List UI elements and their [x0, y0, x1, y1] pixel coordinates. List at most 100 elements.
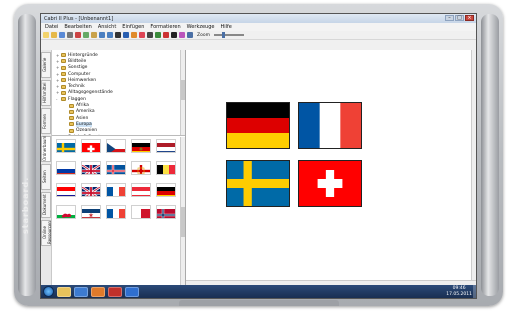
expander-icon[interactable]: +	[56, 59, 59, 64]
pen-tray	[179, 300, 339, 306]
minimize-button[interactable]: –	[445, 15, 454, 21]
side-tab-0[interactable]: Galerie	[41, 52, 51, 78]
expander-icon[interactable]: +	[56, 53, 59, 58]
tree-item-label: Amerika	[76, 109, 95, 115]
canvas-flag-france[interactable]	[298, 102, 362, 149]
flag-thumbnail-united-kingdom[interactable]	[81, 183, 101, 197]
flag-thumbnail-germany[interactable]	[156, 183, 176, 197]
expander-icon[interactable]: +	[56, 72, 59, 77]
side-tab-1[interactable]: Hilfsmittel	[41, 80, 51, 106]
expander-icon[interactable]: +	[56, 90, 59, 95]
marker-icon[interactable]	[131, 32, 137, 38]
canvas-flag-switzerland[interactable]	[298, 160, 362, 207]
toolbar: Zoom	[41, 31, 476, 40]
maximize-button[interactable]: □	[455, 15, 464, 21]
menu-item-3[interactable]: Einfügen	[122, 24, 144, 30]
expander-icon[interactable]: +	[56, 78, 59, 83]
side-tab-6[interactable]: Online Ressourcen	[41, 220, 52, 246]
media-icon[interactable]	[74, 286, 88, 297]
flag-thumbnail-sweden[interactable]	[56, 139, 76, 153]
tree-item-label: Alltagsgegenstände	[68, 90, 113, 96]
undo-icon[interactable]	[99, 32, 105, 38]
flag-thumbnail-malta[interactable]	[131, 205, 151, 219]
flag-thumbnail-switzerland[interactable]	[81, 139, 101, 153]
flag-thumbnail-yugoslavia[interactable]	[81, 205, 101, 219]
app-body: Galerie Hilfsmittel Formen Ordnerbaum Seiten…	[41, 50, 476, 285]
expander-icon[interactable]: -	[56, 97, 59, 102]
flag-thumbnail-austria[interactable]	[131, 183, 151, 197]
save-icon[interactable]	[59, 32, 65, 38]
rect-icon[interactable]	[155, 32, 161, 38]
flag-thumbnail-france-b[interactable]	[106, 205, 126, 219]
zoom-icon[interactable]	[187, 32, 193, 38]
open-icon[interactable]	[51, 32, 57, 38]
side-tab-4[interactable]: Seiten	[41, 164, 51, 190]
tree-item-label: Spiele & Sport	[68, 135, 100, 136]
start-button[interactable]	[43, 286, 54, 297]
flag-thumbnail-croatia[interactable]	[56, 183, 76, 197]
flag-thumbnail-wales[interactable]	[56, 205, 76, 219]
new-icon[interactable]	[43, 32, 49, 38]
folder-icon	[61, 135, 66, 136]
folder-icon	[61, 72, 66, 77]
flag-thumbnail-netherlands[interactable]	[156, 139, 176, 153]
folder-icon	[69, 103, 74, 108]
expander-icon[interactable]: +	[56, 84, 59, 89]
flag-thumbnail-cross-red[interactable]	[131, 161, 151, 175]
cut-icon[interactable]	[75, 32, 81, 38]
folder-tree: + Hintergründe + Bildteile + Sonstige + Compute…	[52, 50, 185, 136]
gallery-scrollbar[interactable]	[180, 137, 185, 285]
side-tab-3[interactable]: Ordnerbaum	[41, 136, 51, 162]
menu-item-5[interactable]: Werkzeuge	[187, 24, 215, 30]
folder-icon	[69, 122, 74, 127]
starboard-icon[interactable]	[125, 286, 139, 297]
pen-icon[interactable]	[123, 32, 129, 38]
menu-item-6[interactable]: Hilfe	[220, 24, 231, 30]
color-icon[interactable]	[179, 32, 185, 38]
expander-icon[interactable]: +	[56, 65, 59, 70]
redo-icon[interactable]	[107, 32, 113, 38]
flag-gallery	[52, 136, 185, 224]
flag-thumbnail-uk[interactable]	[81, 161, 101, 175]
canvas-flag-sweden[interactable]	[226, 160, 290, 207]
menu-item-0[interactable]: Datei	[45, 24, 58, 30]
tree-scrollbar[interactable]	[180, 50, 185, 135]
close-button[interactable]: ×	[465, 15, 474, 21]
folder-icon	[61, 97, 66, 102]
flag-thumbnail-germany-east[interactable]	[131, 139, 151, 153]
print-icon[interactable]	[67, 32, 73, 38]
tree-item[interactable]: + Spiele & Sport	[56, 134, 181, 136]
menu-item-4[interactable]: Formatieren	[150, 24, 180, 30]
windows-taskbar: 09:46 17.05.2011	[41, 285, 476, 298]
line-icon[interactable]	[147, 32, 153, 38]
flag-thumbnail-belgium-black[interactable]	[156, 161, 176, 175]
clock-date: 17.05.2011	[446, 291, 472, 297]
flag-thumbnail-france[interactable]	[106, 183, 126, 197]
office-icon[interactable]	[91, 286, 105, 297]
pdf-icon[interactable]	[108, 286, 122, 297]
select-icon[interactable]	[115, 32, 121, 38]
frame-left-rail: starboard.	[18, 14, 36, 296]
flag-thumbnail-iceland[interactable]	[106, 161, 126, 175]
text-icon[interactable]	[171, 32, 177, 38]
paste-icon[interactable]	[91, 32, 97, 38]
side-tab-2[interactable]: Formen	[41, 108, 51, 134]
copy-icon[interactable]	[83, 32, 89, 38]
zoom-slider[interactable]	[213, 32, 244, 38]
explorer-icon[interactable]	[57, 286, 71, 297]
circle-icon[interactable]	[163, 32, 169, 38]
show-desktop-button[interactable]	[473, 285, 476, 298]
expander-icon[interactable]: +	[56, 135, 59, 136]
canvas-vertical-scrollbar[interactable]	[471, 50, 476, 280]
flag-thumbnail-czech[interactable]	[106, 139, 126, 153]
flag-thumbnail-norway[interactable]	[156, 205, 176, 219]
system-clock[interactable]: 09:46 17.05.2011	[446, 286, 472, 297]
eraser-icon[interactable]	[139, 32, 145, 38]
side-tab-5[interactable]: Dokument	[41, 192, 51, 218]
menu-item-1[interactable]: Bearbeiten	[64, 24, 91, 30]
flag-thumbnail-russia[interactable]	[56, 161, 76, 175]
canvas-flag-germany[interactable]	[226, 102, 290, 149]
menu-bar: Datei Bearbeiten Ansicht Einfügen Formatiere…	[41, 23, 476, 31]
drawing-canvas[interactable]	[186, 50, 476, 285]
menu-item-2[interactable]: Ansicht	[98, 24, 116, 30]
